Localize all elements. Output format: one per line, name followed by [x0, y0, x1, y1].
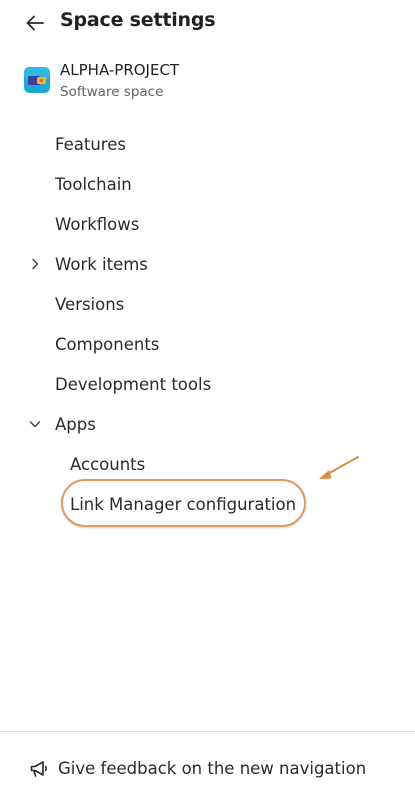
nav-item-work-items[interactable]: Work items	[22, 248, 392, 280]
nav-subitem-label: Accounts	[70, 454, 146, 474]
footer-divider	[0, 731, 415, 732]
nav-item-label: Apps	[55, 414, 96, 434]
feedback-label: Give feedback on the new navigation	[58, 758, 367, 778]
nav-item-label: Toolchain	[55, 174, 132, 194]
nav-item-apps[interactable]: Apps	[22, 408, 392, 440]
megaphone-icon	[30, 761, 47, 777]
give-feedback-button[interactable]: Give feedback on the new navigation	[28, 754, 388, 782]
nav-subitem-accounts[interactable]: Accounts	[60, 448, 390, 480]
back-button[interactable]	[22, 10, 48, 36]
nav-item-development-tools[interactable]: Development tools	[22, 368, 392, 400]
space-type: Software space	[60, 84, 164, 100]
chevron-down-icon[interactable]	[27, 416, 43, 432]
nav-item-workflows[interactable]: Workflows	[22, 208, 392, 240]
nav-item-features[interactable]: Features	[22, 128, 392, 160]
nav-item-label: Versions	[55, 294, 125, 314]
nav-item-label: Development tools	[55, 374, 212, 394]
nav-item-toolchain[interactable]: Toolchain	[22, 168, 392, 200]
nav-subitem-label: Link Manager configuration	[70, 494, 297, 514]
chevron-right-icon[interactable]	[27, 256, 43, 272]
page-title: Space settings	[60, 9, 216, 31]
software-space-avatar-icon	[24, 67, 50, 93]
nav-subitem-link-manager-configuration[interactable]: Link Manager configuration	[60, 488, 390, 520]
space-settings-sidebar: Space settings ALPHA-PROJECT Software sp…	[0, 0, 415, 797]
nav-item-label: Components	[55, 334, 160, 354]
nav-item-label: Workflows	[55, 214, 140, 234]
space-name: ALPHA-PROJECT	[60, 61, 180, 79]
space-header[interactable]: ALPHA-PROJECT Software space	[24, 58, 384, 106]
arrow-left-icon	[26, 15, 44, 31]
nav-item-components[interactable]: Components	[22, 328, 392, 360]
nav-item-versions[interactable]: Versions	[22, 288, 392, 320]
nav-item-label: Features	[55, 134, 126, 154]
nav-item-label: Work items	[55, 254, 148, 274]
